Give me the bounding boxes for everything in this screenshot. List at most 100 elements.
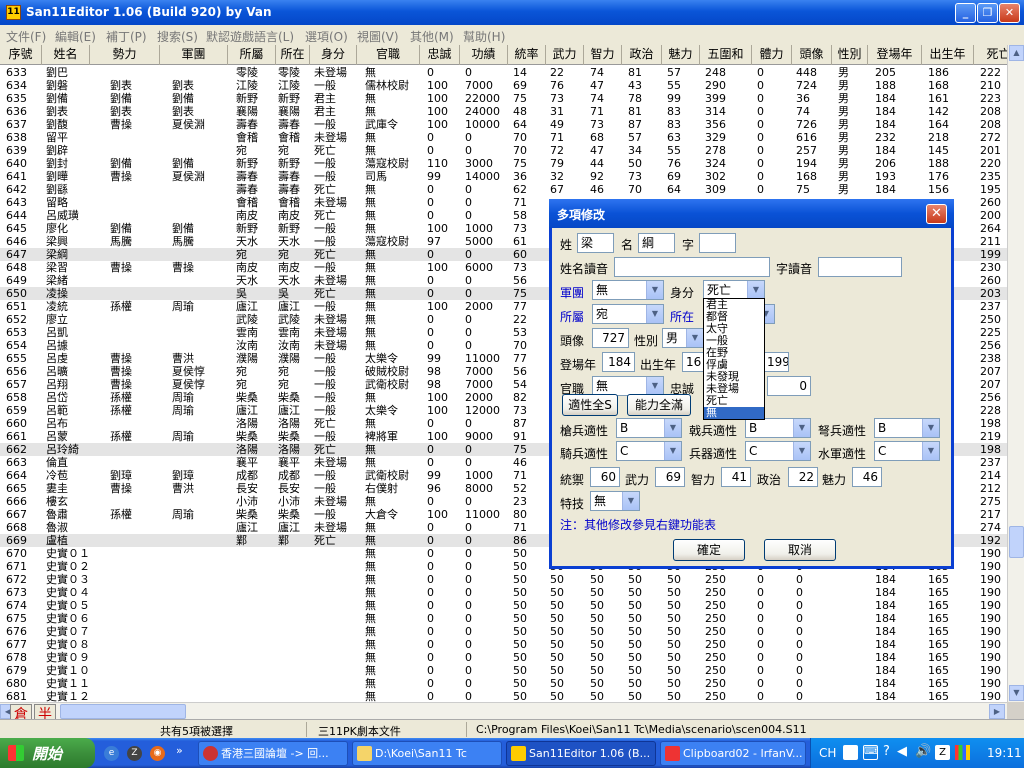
task-editor[interactable]: San11Editor 1.06 (B... [506, 741, 656, 766]
column-header[interactable]: 官職 [357, 45, 420, 65]
table-row[interactable]: 633 劉巴 零陵 零陵 未登場 無 0 0 14 22 74 81 57 248 0 448 男 205 186 2… [0, 66, 1007, 79]
table-row[interactable]: 635 劉備 劉備 劉備 新野 新野 君主 無 100 22000 75 73 74 78 99 399 0 36… [0, 92, 1007, 105]
cavalry-aptitude-select[interactable]: C ▼ [616, 441, 682, 461]
table-row[interactable]: 642 劉繇 壽春 壽春 死亡 無 0 0 62 67 46 70 64 309 0 75 男 184 156 195 [0, 183, 1007, 196]
location-label[interactable]: 所在 [670, 308, 694, 325]
table-row[interactable]: 640 劉封 劉備 劉備 新野 新野 一般 蕩寇校尉 110 3000 75 79 44 50 76 324 0… [0, 157, 1007, 170]
tray-expand-icon[interactable]: ◀ [897, 744, 907, 759]
column-header[interactable]: 所屬 [228, 45, 276, 65]
column-header[interactable]: 序號 [0, 45, 42, 65]
column-header[interactable]: 智力 [584, 45, 622, 65]
given-name-field[interactable]: 綱 [638, 233, 675, 253]
table-row[interactable]: 639 劉辟 宛 宛 死亡 無 0 0 70 72 47 34 55 278 0 257 男 184 145 201 [0, 144, 1007, 157]
name-reading-field[interactable] [614, 257, 770, 277]
cancel-button[interactable]: 取消 [764, 539, 836, 561]
status-option[interactable]: 無 [704, 407, 764, 419]
column-header[interactable]: 五圍和 [700, 45, 752, 65]
horizontal-scroll-thumb[interactable] [60, 704, 186, 719]
column-header[interactable]: 體力 [752, 45, 792, 65]
table-row[interactable]: 677 史實０８ 無 0 0 50 50 50 50 50 250 0 0 184 165 190 [0, 638, 1007, 651]
scroll-up-arrow-icon[interactable]: ▲ [1009, 45, 1024, 61]
task-irfanview[interactable]: Clipboard02 - IrfanV... [660, 741, 806, 766]
column-header[interactable]: 勢力 [90, 45, 160, 65]
table-row[interactable]: 681 史實１２ 無 0 0 50 50 50 50 50 250 0 0 184 165 190 [0, 690, 1007, 702]
politics-field[interactable]: 22 [788, 467, 818, 487]
table-row[interactable]: 675 史實０６ 無 0 0 50 50 50 50 50 250 0 0 184 165 190 [0, 612, 1007, 625]
task-forum[interactable]: 香港三國論壇 -> 回... [198, 741, 348, 766]
table-row[interactable]: 637 劉馥 曹操 夏侯淵 壽春 壽春 一般 武庫令 100 10000 64 49 73 87 83 356… [0, 118, 1007, 131]
bow-aptitude-select[interactable]: B ▼ [874, 418, 940, 438]
skill-select[interactable]: 無 ▼ [590, 491, 640, 511]
help-icon[interactable]: ? [883, 744, 890, 759]
table-row[interactable]: 679 史實１０ 無 0 0 50 50 50 50 50 250 0 0 184 165 190 [0, 664, 1007, 677]
table-row[interactable]: 680 史實１１ 無 0 0 50 50 50 50 50 250 0 0 184 165 190 [0, 677, 1007, 690]
dialog-close-button[interactable]: ✕ [926, 204, 947, 224]
column-header[interactable]: 忠誠 [420, 45, 460, 65]
vertical-scroll-thumb[interactable] [1009, 526, 1024, 558]
halberd-aptitude-select[interactable]: B ▼ [745, 418, 811, 438]
column-header[interactable]: 政治 [622, 45, 662, 65]
menu-patch[interactable]: 補丁(P) [106, 28, 147, 45]
status-dropdown-list[interactable]: 君主 都督 太守 一般 在野 俘虜 未發現 未登場 死亡無 [703, 298, 765, 420]
tray-z-icon[interactable]: Z [935, 745, 950, 760]
column-header[interactable]: 性別 [832, 45, 868, 65]
menu-search[interactable]: 搜索(S) [157, 28, 198, 45]
column-header[interactable]: 所在 [276, 45, 310, 65]
intelligence-field[interactable]: 41 [721, 467, 751, 487]
menu-edit[interactable]: 編輯(E) [55, 28, 96, 45]
army-select[interactable]: 無 ▼ [592, 280, 664, 300]
column-header[interactable]: 功績 [460, 45, 508, 65]
aptitude-all-s-button[interactable]: 適性全S [562, 394, 618, 416]
charisma-field[interactable]: 46 [852, 467, 882, 487]
gender-select[interactable]: 男 ▼ [662, 328, 704, 348]
column-header[interactable]: 姓名 [42, 45, 90, 65]
scroll-down-arrow-icon[interactable]: ▼ [1009, 685, 1024, 701]
menu-help[interactable]: 幫助(H) [463, 28, 505, 45]
table-row[interactable]: 673 史實０４ 無 0 0 50 50 50 50 50 250 0 0 184 165 190 [0, 586, 1007, 599]
appear-year-field[interactable]: 184 [602, 352, 635, 372]
belong-label[interactable]: 所屬 [560, 308, 584, 325]
loyalty-field[interactable]: 0 [767, 376, 811, 396]
column-header[interactable]: 魅力 [662, 45, 700, 65]
navy-aptitude-select[interactable]: C ▼ [874, 441, 940, 461]
tray-app-icon[interactable] [955, 745, 970, 760]
spear-aptitude-select[interactable]: B ▼ [616, 418, 682, 438]
office-select[interactable]: 無 ▼ [592, 376, 664, 396]
birth-year-field[interactable]: 16 [682, 352, 704, 372]
column-header[interactable]: 出生年 [922, 45, 974, 65]
menu-options[interactable]: 選項(O) [305, 28, 348, 45]
leadership-field[interactable]: 60 [590, 467, 620, 487]
speaker-icon[interactable]: 🔊 [915, 744, 931, 759]
menu-other[interactable]: 其他(M) [410, 28, 454, 45]
menu-language[interactable]: 默認遊戲語言(L) [206, 28, 294, 45]
vertical-scrollbar[interactable]: ▲ ▼ [1007, 45, 1024, 702]
column-header[interactable]: 頭像 [792, 45, 832, 65]
table-row[interactable]: 641 劉曄 曹操 夏侯淵 壽春 壽春 一般 司馬 99 14000 36 32 92 73 69 302 0 1… [0, 170, 1007, 183]
maximize-button[interactable]: ❐ [977, 3, 998, 23]
task-folder[interactable]: D:\Koei\San11 Tc [352, 741, 502, 766]
weapon-aptitude-select[interactable]: C ▼ [745, 441, 811, 461]
table-row[interactable]: 678 史實０９ 無 0 0 50 50 50 50 50 250 0 0 184 165 190 [0, 651, 1007, 664]
column-header[interactable]: 統率 [508, 45, 546, 65]
status-select[interactable]: 死亡 ▼ [703, 280, 765, 300]
ability-max-button[interactable]: 能力全滿 [627, 394, 691, 416]
start-button[interactable]: 開始 [0, 738, 95, 768]
table-row[interactable]: 674 史實０５ 無 0 0 50 50 50 50 50 250 0 0 184 165 190 [0, 599, 1007, 612]
scroll-right-arrow-icon[interactable]: ▶ [989, 704, 1005, 719]
army-label[interactable]: 軍團 [560, 284, 584, 301]
quicklaunch-z-icon[interactable]: Z [127, 746, 142, 761]
table-row[interactable]: 672 史實０３ 無 0 0 50 50 50 50 50 250 0 0 184 165 190 [0, 573, 1007, 586]
menu-file[interactable]: 文件(F) [6, 28, 46, 45]
column-header[interactable]: 登場年 [868, 45, 922, 65]
war-field[interactable]: 69 [655, 467, 685, 487]
menu-view[interactable]: 視圖(V) [357, 28, 399, 45]
portrait-field[interactable]: 727 [592, 328, 629, 348]
keyboard-icon[interactable]: ⌨ [863, 745, 878, 760]
minimize-button[interactable]: _ [955, 3, 976, 23]
horizontal-scrollbar[interactable]: ◀ ▶ [0, 702, 1007, 719]
column-header[interactable]: 身分 [310, 45, 357, 65]
death-year-field[interactable]: 199 [763, 352, 789, 372]
language-indicator[interactable]: CH [819, 746, 836, 760]
quicklaunch-more-icon[interactable]: » [176, 744, 183, 757]
column-header[interactable]: 武力 [546, 45, 584, 65]
